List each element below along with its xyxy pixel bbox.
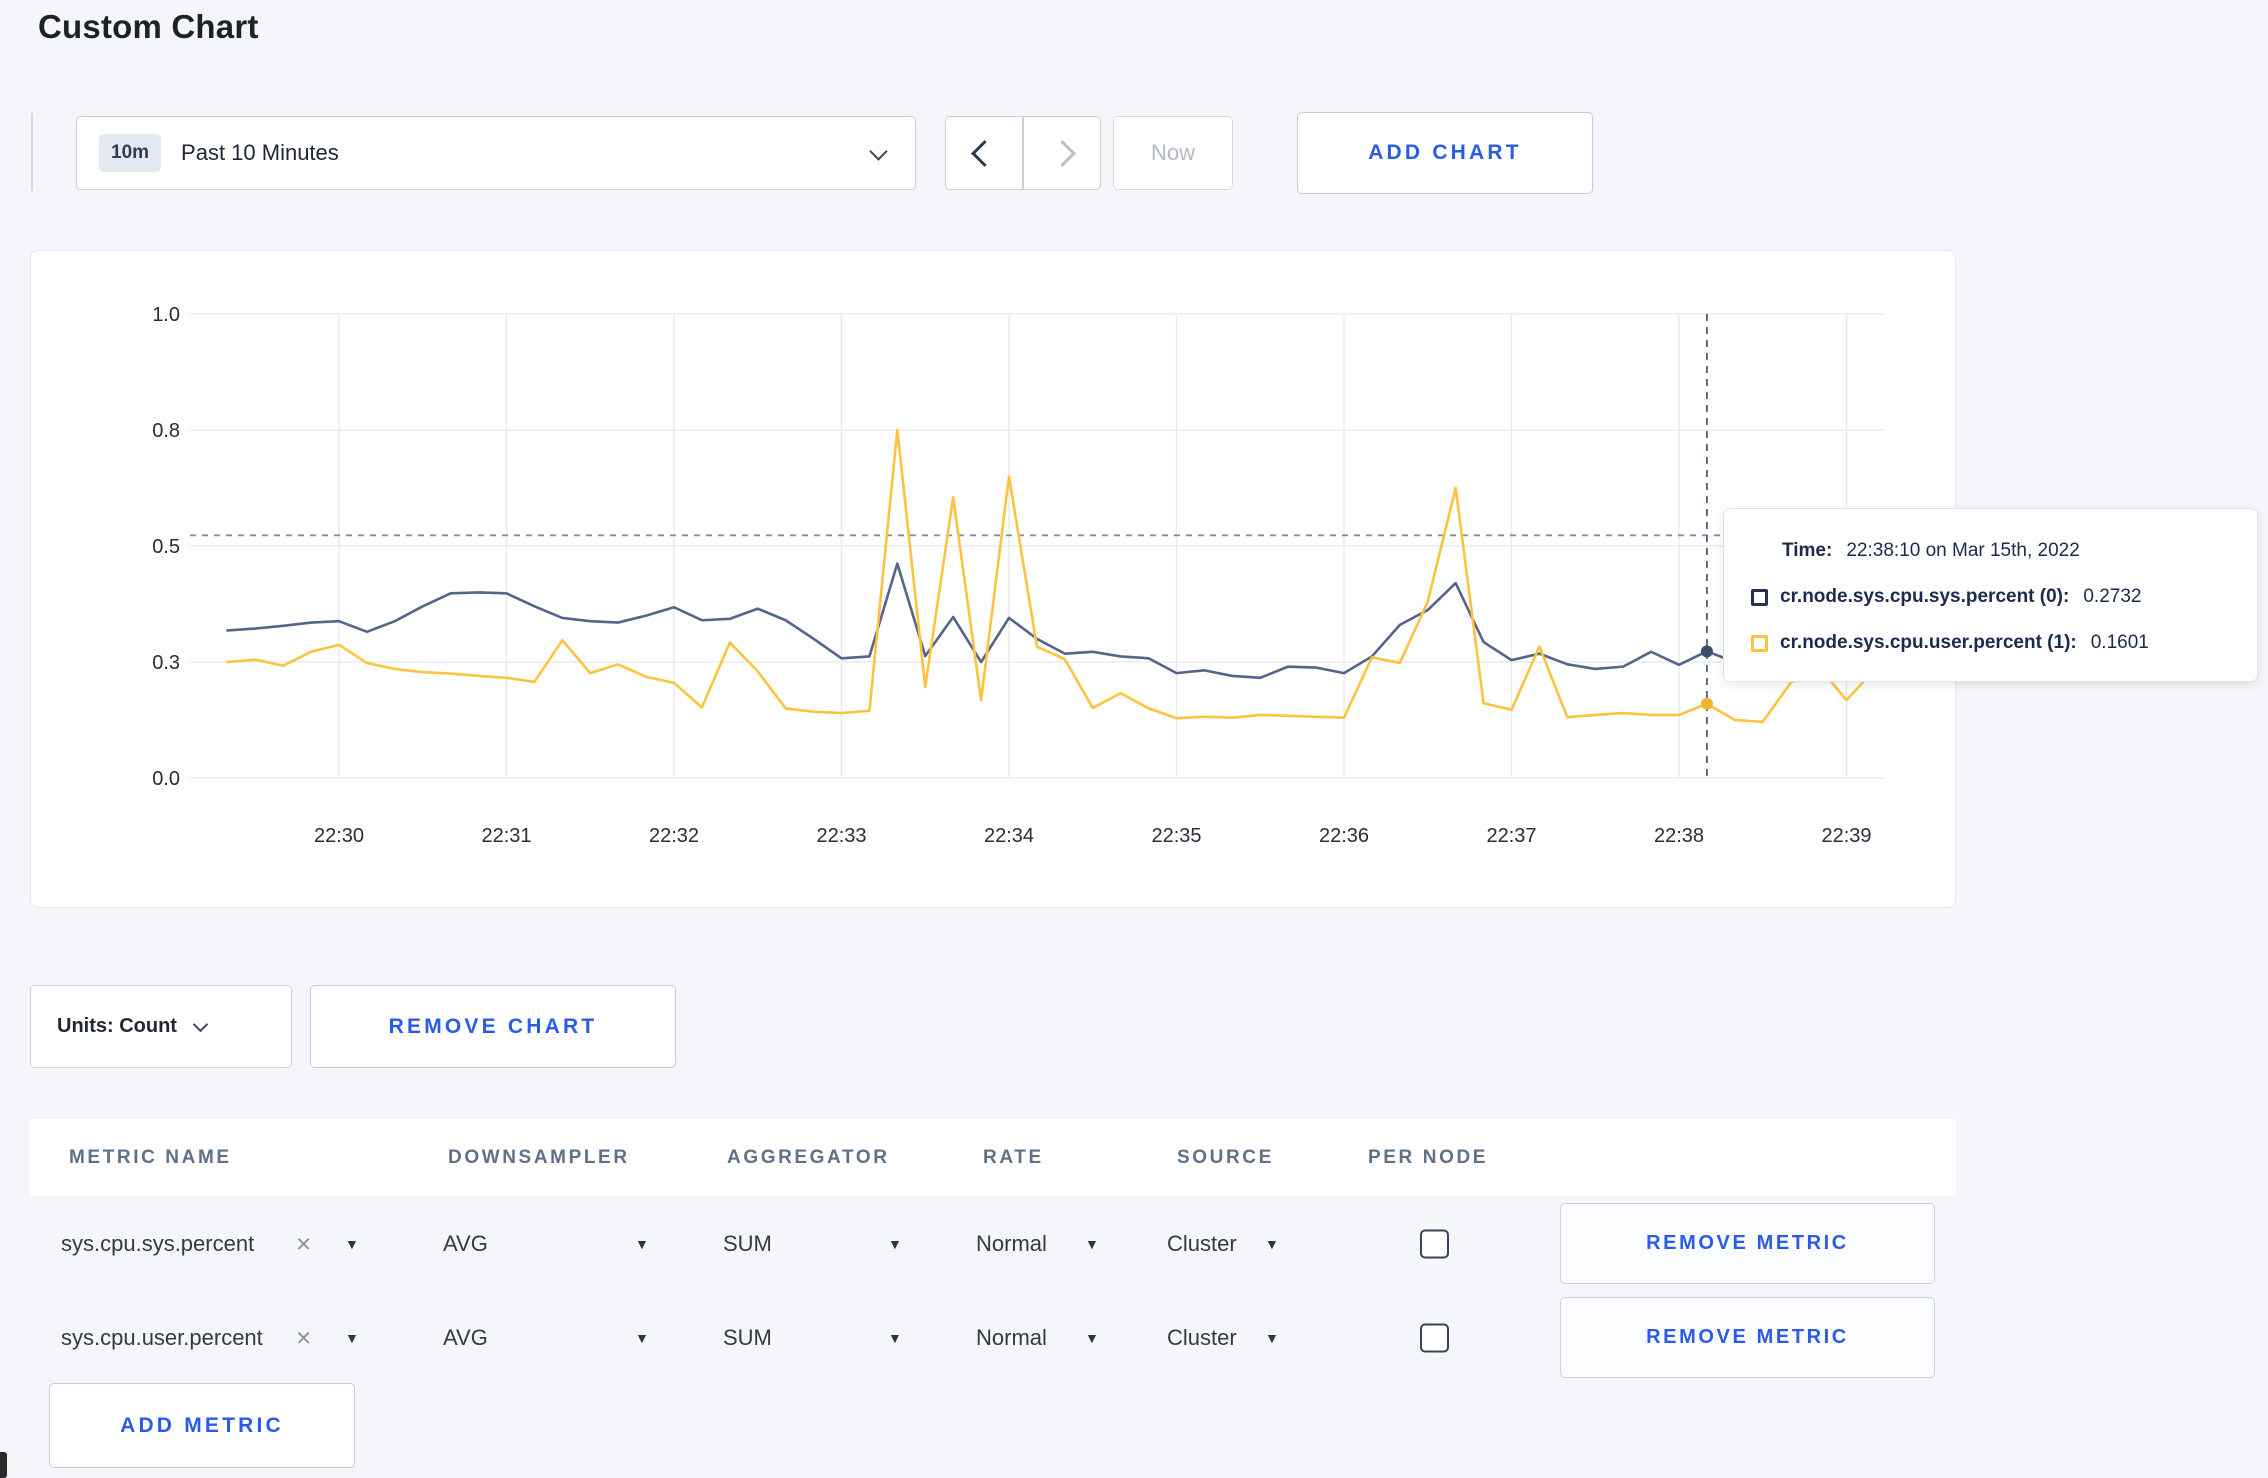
now-button[interactable]: Now [1113, 116, 1233, 190]
col-source: SOURCE [1177, 1146, 1274, 1168]
tooltip-time-value: 22:38:10 on Mar 15th, 2022 [1846, 540, 2080, 561]
toolbar-divider [31, 113, 33, 191]
svg-text:0.8: 0.8 [152, 420, 180, 442]
svg-text:22:39: 22:39 [1821, 825, 1871, 847]
table-row: sys.cpu.sys.percent × ▼ AVG ▼ SUM ▼ Norm… [0, 1196, 2268, 1290]
svg-text:22:37: 22:37 [1486, 825, 1536, 847]
units-select[interactable]: Units: Count [30, 985, 292, 1068]
svg-text:22:31: 22:31 [481, 825, 531, 847]
per-node-checkbox[interactable] [1420, 1229, 1449, 1259]
tooltip-series-sys-label: cr.node.sys.cpu.sys.percent (0): [1780, 586, 2070, 607]
chart-tooltip: Time: 22:38:10 on Mar 15th, 2022 cr.node… [1723, 508, 2258, 682]
metric-name-select[interactable]: sys.cpu.sys.percent [61, 1231, 254, 1257]
caret-down-icon[interactable]: ▼ [635, 1330, 649, 1346]
caret-down-icon[interactable]: ▼ [888, 1236, 902, 1252]
time-range-select[interactable]: 10m Past 10 Minutes [76, 116, 916, 190]
add-chart-button[interactable]: ADD CHART [1297, 112, 1593, 194]
svg-text:22:34: 22:34 [984, 825, 1034, 847]
metrics-table-header: METRIC NAME DOWNSAMPLER AGGREGATOR RATE … [30, 1119, 1956, 1196]
custom-chart-page: Custom Chart 10m Past 10 Minutes Now ADD… [0, 0, 2268, 1478]
chevron-down-icon [869, 142, 888, 161]
chevron-left-icon [970, 139, 998, 167]
chevron-down-icon [192, 1016, 209, 1033]
svg-text:0.0: 0.0 [152, 768, 180, 790]
remove-metric-x-icon[interactable]: × [296, 1323, 311, 1354]
tooltip-time-label: Time: [1782, 540, 1833, 561]
rate-select[interactable]: Normal [976, 1325, 1047, 1351]
svg-text:22:38: 22:38 [1654, 825, 1704, 847]
tooltip-series-user-label: cr.node.sys.cpu.user.percent (1): [1780, 632, 2077, 653]
rate-select[interactable]: Normal [976, 1231, 1047, 1257]
svg-text:22:32: 22:32 [649, 825, 699, 847]
caret-down-icon[interactable]: ▼ [1085, 1330, 1099, 1346]
caret-down-icon[interactable]: ▼ [345, 1236, 359, 1252]
remove-metric-x-icon[interactable]: × [296, 1229, 311, 1260]
svg-text:22:35: 22:35 [1151, 825, 1201, 847]
series-sys-swatch-icon [1751, 588, 1768, 606]
source-select[interactable]: Cluster [1167, 1325, 1237, 1351]
col-metric-name: METRIC NAME [69, 1146, 232, 1168]
aggregator-select[interactable]: SUM [723, 1325, 772, 1351]
caret-down-icon[interactable]: ▼ [1085, 1236, 1099, 1252]
downsampler-select[interactable]: AVG [443, 1325, 488, 1351]
col-rate: RATE [983, 1146, 1044, 1168]
per-node-checkbox[interactable] [1420, 1323, 1449, 1353]
col-per-node: PER NODE [1368, 1146, 1489, 1168]
time-forward-button[interactable] [1023, 116, 1101, 190]
metric-name-select[interactable]: sys.cpu.user.percent [61, 1325, 263, 1351]
page-title: Custom Chart [38, 8, 259, 45]
remove-metric-button[interactable]: REMOVE METRIC [1560, 1203, 1935, 1284]
table-row: sys.cpu.user.percent × ▼ AVG ▼ SUM ▼ Nor… [0, 1290, 2268, 1384]
svg-text:22:30: 22:30 [314, 825, 364, 847]
series-user-swatch-icon [1751, 634, 1768, 652]
chevron-right-icon [1048, 139, 1076, 167]
svg-text:22:33: 22:33 [816, 825, 866, 847]
time-range-badge: 10m [99, 134, 162, 172]
aggregator-select[interactable]: SUM [723, 1231, 772, 1257]
remove-metric-button[interactable]: REMOVE METRIC [1560, 1297, 1935, 1378]
col-aggregator: AGGREGATOR [727, 1146, 890, 1168]
svg-text:22:36: 22:36 [1319, 825, 1369, 847]
source-select[interactable]: Cluster [1167, 1231, 1237, 1257]
add-metric-button[interactable]: ADD METRIC [49, 1383, 355, 1468]
remove-chart-button[interactable]: REMOVE CHART [310, 985, 676, 1068]
caret-down-icon[interactable]: ▼ [1265, 1236, 1279, 1252]
time-pager [945, 116, 1101, 190]
downsampler-select[interactable]: AVG [443, 1231, 488, 1257]
cpu-line-chart[interactable]: 0.0 0.3 0.5 0.8 1.0 22:30 22:31 22:32 22:33 22:34… [30, 250, 1956, 908]
caret-down-icon[interactable]: ▼ [345, 1330, 359, 1346]
time-back-button[interactable] [945, 116, 1023, 190]
time-range-label: Past 10 Minutes [181, 140, 339, 165]
caret-down-icon[interactable]: ▼ [635, 1236, 649, 1252]
svg-text:0.3: 0.3 [152, 652, 180, 674]
tooltip-series-sys-value: 0.2732 [2083, 586, 2142, 607]
svg-text:0.5: 0.5 [152, 536, 180, 558]
corner-artifact [0, 1452, 7, 1478]
col-downsampler: DOWNSAMPLER [448, 1146, 630, 1168]
caret-down-icon[interactable]: ▼ [1265, 1330, 1279, 1346]
units-label: Units: Count [57, 1015, 177, 1037]
tooltip-series-user-value: 0.1601 [2090, 632, 2149, 653]
caret-down-icon[interactable]: ▼ [888, 1330, 902, 1346]
svg-text:1.0: 1.0 [152, 304, 180, 326]
